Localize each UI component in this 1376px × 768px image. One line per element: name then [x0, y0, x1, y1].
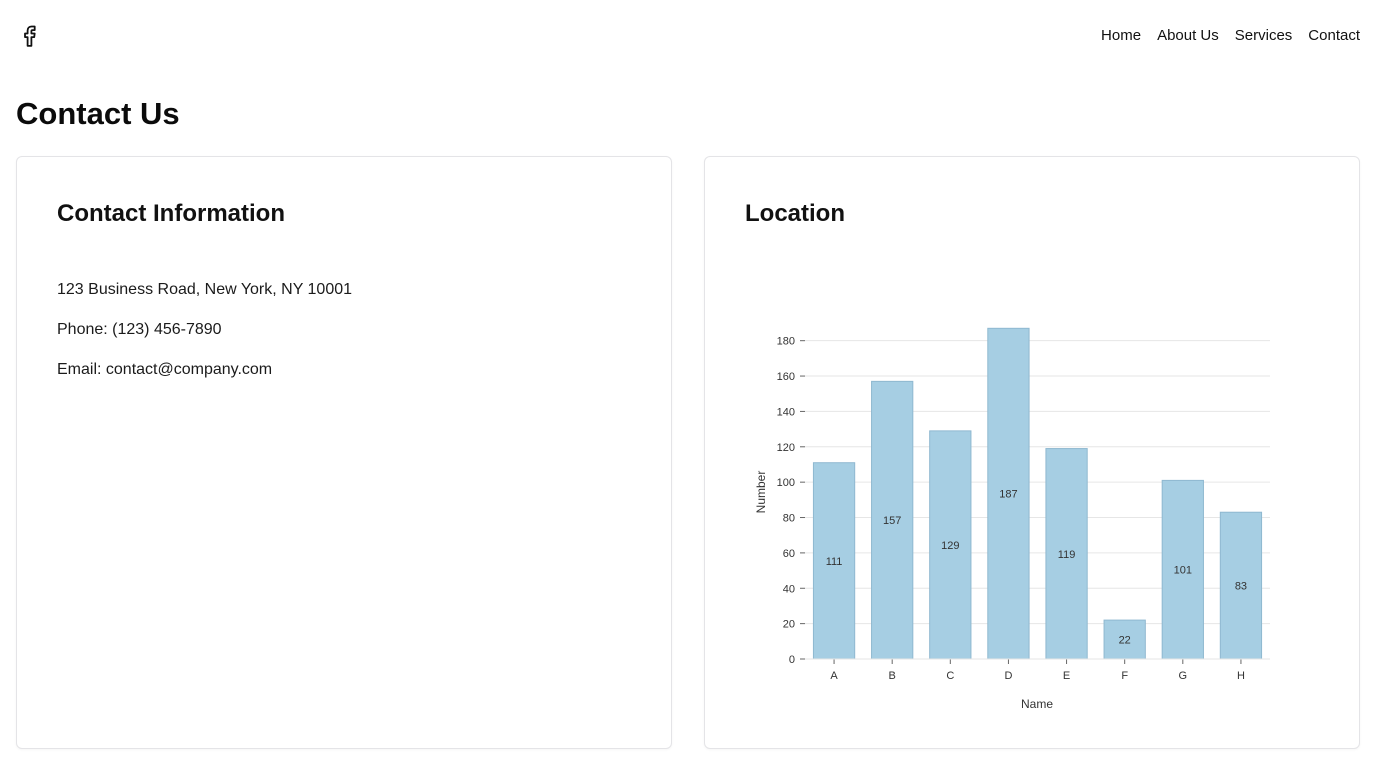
x-axis-title: Name: [1021, 697, 1053, 711]
y-tick-label: 100: [777, 477, 795, 489]
main-nav: Home About Us Services Contact: [1101, 26, 1360, 46]
page-title: Contact Us: [16, 96, 180, 131]
chart-x-axis: A B C D E F G H: [805, 658, 1270, 682]
site-header: Home About Us Services Contact: [0, 0, 1376, 72]
bar-value-label: 111: [826, 556, 843, 568]
location-chart: 111 157 129 187 119 22 101 83 0 20 40 60 80 100 120 14…: [705, 157, 1361, 750]
bar-value-label: 187: [999, 489, 1017, 501]
contact-information-card: Contact Information 123 Business Road, N…: [16, 156, 672, 749]
y-tick-label: 180: [777, 336, 795, 348]
contact-card-title: Contact Information: [57, 200, 285, 227]
y-tick-label: 40: [783, 583, 795, 595]
x-tick-label: F: [1121, 670, 1128, 682]
x-tick-label: H: [1237, 670, 1245, 682]
y-tick-label: 0: [789, 654, 795, 666]
x-tick-label: A: [830, 670, 838, 682]
y-tick-label: 60: [783, 548, 795, 560]
bar-value-label: 157: [883, 515, 901, 527]
bar-value-label: 101: [1174, 565, 1192, 577]
chart-y-axis: 0 20 40 60 80 100 120 140 160 180: [777, 336, 805, 666]
contact-address: 123 Business Road, New York, NY 10001: [57, 281, 353, 298]
nav-services-link[interactable]: Services: [1235, 26, 1293, 46]
y-axis-title: Number: [754, 471, 768, 514]
contact-email: Email: contact@company.com: [57, 361, 273, 378]
nav-about-link[interactable]: About Us: [1157, 26, 1219, 46]
y-tick-label: 120: [777, 442, 795, 454]
y-tick-label: 160: [777, 371, 795, 383]
x-tick-label: E: [1063, 670, 1070, 682]
bar-value-label: 129: [941, 540, 959, 552]
nav-contact-link[interactable]: Contact: [1308, 26, 1360, 46]
x-tick-label: C: [946, 670, 954, 682]
x-tick-label: D: [1004, 670, 1012, 682]
facebook-icon[interactable]: [18, 24, 40, 48]
bar-value-label: 22: [1119, 635, 1131, 647]
chart-bars: 111 157 129 187 119 22 101 83: [812, 327, 1263, 660]
nav-home-link[interactable]: Home: [1101, 26, 1141, 46]
y-tick-label: 140: [777, 406, 795, 418]
bar-chart: 111 157 129 187 119 22 101 83 0 20 40 60 80 100 120 14…: [754, 327, 1270, 711]
x-tick-label: G: [1179, 670, 1188, 682]
contact-phone: Phone: (123) 456-7890: [57, 321, 222, 338]
bar-value-label: 119: [1058, 549, 1076, 561]
y-tick-label: 80: [783, 513, 795, 525]
x-tick-label: B: [889, 670, 896, 682]
location-card: Location 111 157 129 187 119 22 101 83 0 20 40 60 8…: [704, 156, 1360, 749]
y-tick-label: 20: [783, 619, 795, 631]
bar-value-label: 83: [1235, 581, 1247, 593]
